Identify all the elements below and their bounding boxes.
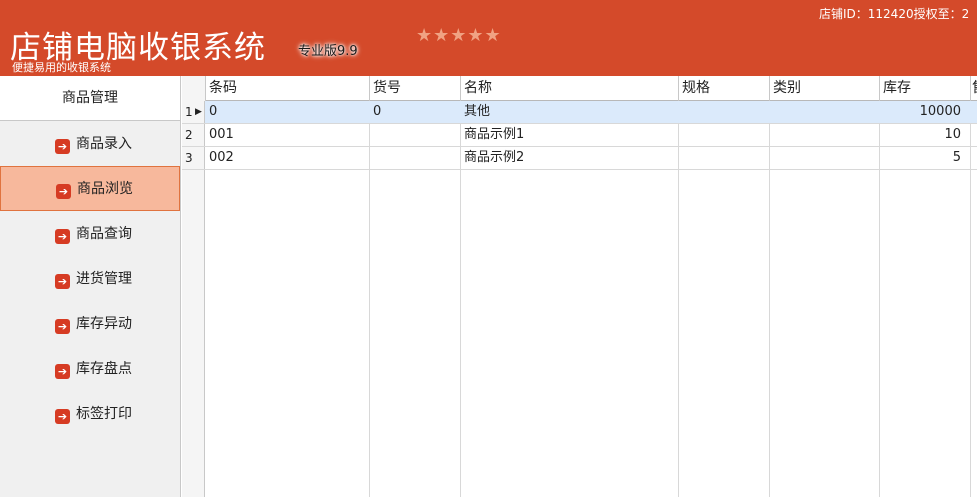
sidebar-item-label: 商品查询 bbox=[76, 226, 132, 242]
current-row-pointer-icon: ▶ bbox=[195, 107, 202, 117]
cell-spec[interactable] bbox=[679, 101, 770, 123]
grid-header-row: 条码 货号 名称 规格 类别 库存 售 bbox=[182, 76, 977, 101]
column-header-spec[interactable]: 规格 bbox=[679, 76, 770, 101]
column-header-category[interactable]: 类别 bbox=[770, 76, 880, 101]
table-row[interactable]: 3 002 商品示例2 5 bbox=[182, 147, 977, 170]
row-number: 3 bbox=[182, 147, 205, 169]
rating-stars-icon: ★★★★★ bbox=[416, 25, 502, 46]
cell-spec[interactable] bbox=[679, 147, 770, 169]
column-header-barcode[interactable]: 条码 bbox=[206, 76, 370, 101]
cell-stock[interactable]: 10000 bbox=[880, 101, 971, 123]
cell-name[interactable]: 其他 bbox=[461, 101, 679, 123]
sidebar-item-inventory-change[interactable]: ➔ 库存异动 bbox=[0, 302, 180, 347]
cell-stock[interactable]: 10 bbox=[880, 124, 971, 146]
sidebar-item-label: 商品浏览 bbox=[77, 181, 133, 197]
sidebar-item-label-print[interactable]: ➔ 标签打印 bbox=[0, 392, 180, 437]
cell-stock[interactable]: 5 bbox=[880, 147, 971, 169]
store-info: 店铺ID：112420授权至：2 bbox=[819, 7, 970, 21]
cell-item-no[interactable]: 0 bbox=[370, 101, 461, 123]
column-header-item-no[interactable]: 货号 bbox=[370, 76, 461, 101]
cell-barcode[interactable]: 002 bbox=[206, 147, 370, 169]
sidebar-item-inventory-count[interactable]: ➔ 库存盘点 bbox=[0, 347, 180, 392]
sidebar-item-label: 标签打印 bbox=[76, 406, 132, 422]
cell-spec[interactable] bbox=[679, 124, 770, 146]
grid-corner bbox=[182, 76, 206, 101]
product-grid[interactable]: 条码 货号 名称 规格 类别 库存 售 1▶ 0 0 其他 10000 2 00… bbox=[182, 76, 977, 497]
sidebar-item-product-browse[interactable]: ➔ 商品浏览 bbox=[0, 166, 180, 211]
column-header-stock[interactable]: 库存 bbox=[880, 76, 971, 101]
cell-category[interactable] bbox=[770, 124, 880, 146]
cell-category[interactable] bbox=[770, 101, 880, 123]
cell-item-no[interactable] bbox=[370, 124, 461, 146]
column-header-name[interactable]: 名称 bbox=[461, 76, 679, 101]
arrow-right-icon: ➔ bbox=[55, 364, 70, 379]
edition-label: 专业版9.9 bbox=[298, 44, 358, 59]
cell-name[interactable]: 商品示例2 bbox=[461, 147, 679, 169]
cell-barcode[interactable]: 0 bbox=[206, 101, 370, 123]
arrow-right-icon: ➔ bbox=[55, 274, 70, 289]
sidebar-item-product-query[interactable]: ➔ 商品查询 bbox=[0, 212, 180, 257]
row-number: 1 ▶ bbox=[182, 101, 205, 123]
arrow-right-icon: ➔ bbox=[55, 409, 70, 424]
sidebar-item-label: 商品录入 bbox=[76, 136, 132, 152]
sidebar-header-product-management[interactable]: 商品管理 bbox=[0, 76, 180, 121]
cell-barcode[interactable]: 001 bbox=[206, 124, 370, 146]
sidebar-item-label: 进货管理 bbox=[76, 271, 132, 287]
sidebar-item-product-entry[interactable]: ➔ 商品录入 bbox=[0, 122, 180, 167]
arrow-right-icon: ➔ bbox=[55, 139, 70, 154]
table-row[interactable]: 2 001 商品示例1 10 bbox=[182, 124, 977, 147]
sidebar-item-purchase-management[interactable]: ➔ 进货管理 bbox=[0, 257, 180, 302]
arrow-right-icon: ➔ bbox=[56, 184, 71, 199]
arrow-right-icon: ➔ bbox=[55, 229, 70, 244]
sidebar: 商品管理 ➔ 商品录入 ➔ 商品浏览 ➔ 商品查询 ➔ 进货管理 ➔ 库存异动 ➔ 库存盘点… bbox=[0, 76, 181, 497]
column-header-price[interactable]: 售 bbox=[971, 76, 977, 101]
arrow-right-icon: ➔ bbox=[55, 319, 70, 334]
row-number: 2 bbox=[182, 124, 205, 146]
table-row[interactable]: 1 ▶ 0 0 其他 10000 bbox=[182, 101, 977, 124]
cell-category[interactable] bbox=[770, 147, 880, 169]
app-header: 店铺电脑收银系统 专业版9.9 便捷易用的收银系统 ★★★★★ 店铺ID：112… bbox=[0, 0, 977, 76]
app-subtitle: 便捷易用的收银系统 bbox=[12, 61, 111, 74]
sidebar-item-label: 库存盘点 bbox=[76, 361, 132, 377]
sidebar-item-label: 库存异动 bbox=[76, 316, 132, 332]
cell-item-no[interactable] bbox=[370, 147, 461, 169]
cell-name[interactable]: 商品示例1 bbox=[461, 124, 679, 146]
